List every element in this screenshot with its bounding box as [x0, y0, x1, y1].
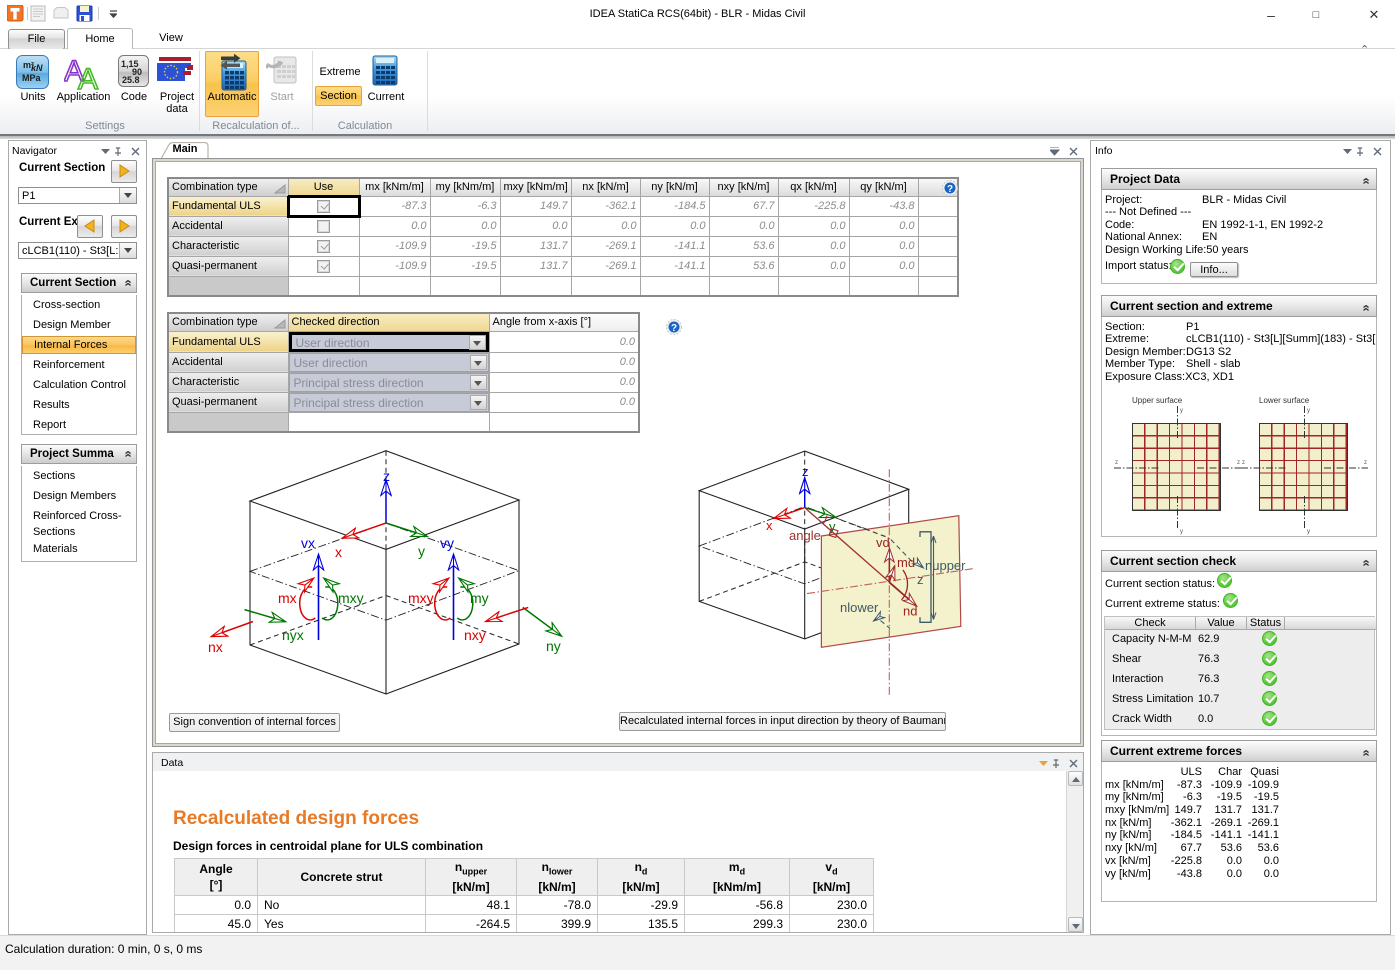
- svg-text:A: A: [78, 63, 98, 91]
- svg-text:z: z: [917, 572, 924, 587]
- svg-text:x: x: [335, 544, 342, 560]
- svg-text:nxy: nxy: [464, 627, 486, 643]
- svg-text:?: ?: [947, 184, 953, 195]
- svg-text:vy: vy: [440, 535, 454, 551]
- svg-text:nlower: nlower: [840, 600, 879, 615]
- svg-text:y: y: [1180, 408, 1183, 414]
- svg-text:md: md: [897, 555, 915, 570]
- svg-text:y: y: [1307, 529, 1310, 535]
- svg-text:vx: vx: [301, 535, 315, 551]
- svg-text:mx: mx: [278, 590, 297, 606]
- svg-text:z: z: [802, 464, 809, 479]
- svg-text:kN: kN: [31, 63, 43, 73]
- svg-text:x: x: [766, 518, 773, 533]
- svg-text:my: my: [470, 590, 489, 606]
- svg-text:z: z: [1115, 460, 1118, 466]
- svg-text:z: z: [1364, 460, 1367, 466]
- svg-text:z: z: [1242, 460, 1245, 466]
- svg-text:nd: nd: [903, 604, 917, 619]
- svg-text:y: y: [1180, 529, 1183, 535]
- svg-text:angle: angle: [789, 528, 821, 543]
- svg-text:vd: vd: [876, 535, 890, 550]
- svg-text:nyx: nyx: [282, 627, 304, 643]
- svg-text:MPa: MPa: [22, 73, 42, 83]
- svg-text:mxy: mxy: [408, 590, 434, 606]
- svg-text:ny: ny: [546, 638, 561, 654]
- svg-text:nx: nx: [208, 639, 223, 655]
- svg-text:z: z: [383, 468, 390, 484]
- svg-text:mxy: mxy: [338, 590, 364, 606]
- svg-text:25.8: 25.8: [122, 75, 140, 85]
- svg-text:y: y: [1307, 408, 1310, 414]
- svg-text:?: ?: [671, 323, 677, 334]
- svg-text:y: y: [418, 543, 425, 559]
